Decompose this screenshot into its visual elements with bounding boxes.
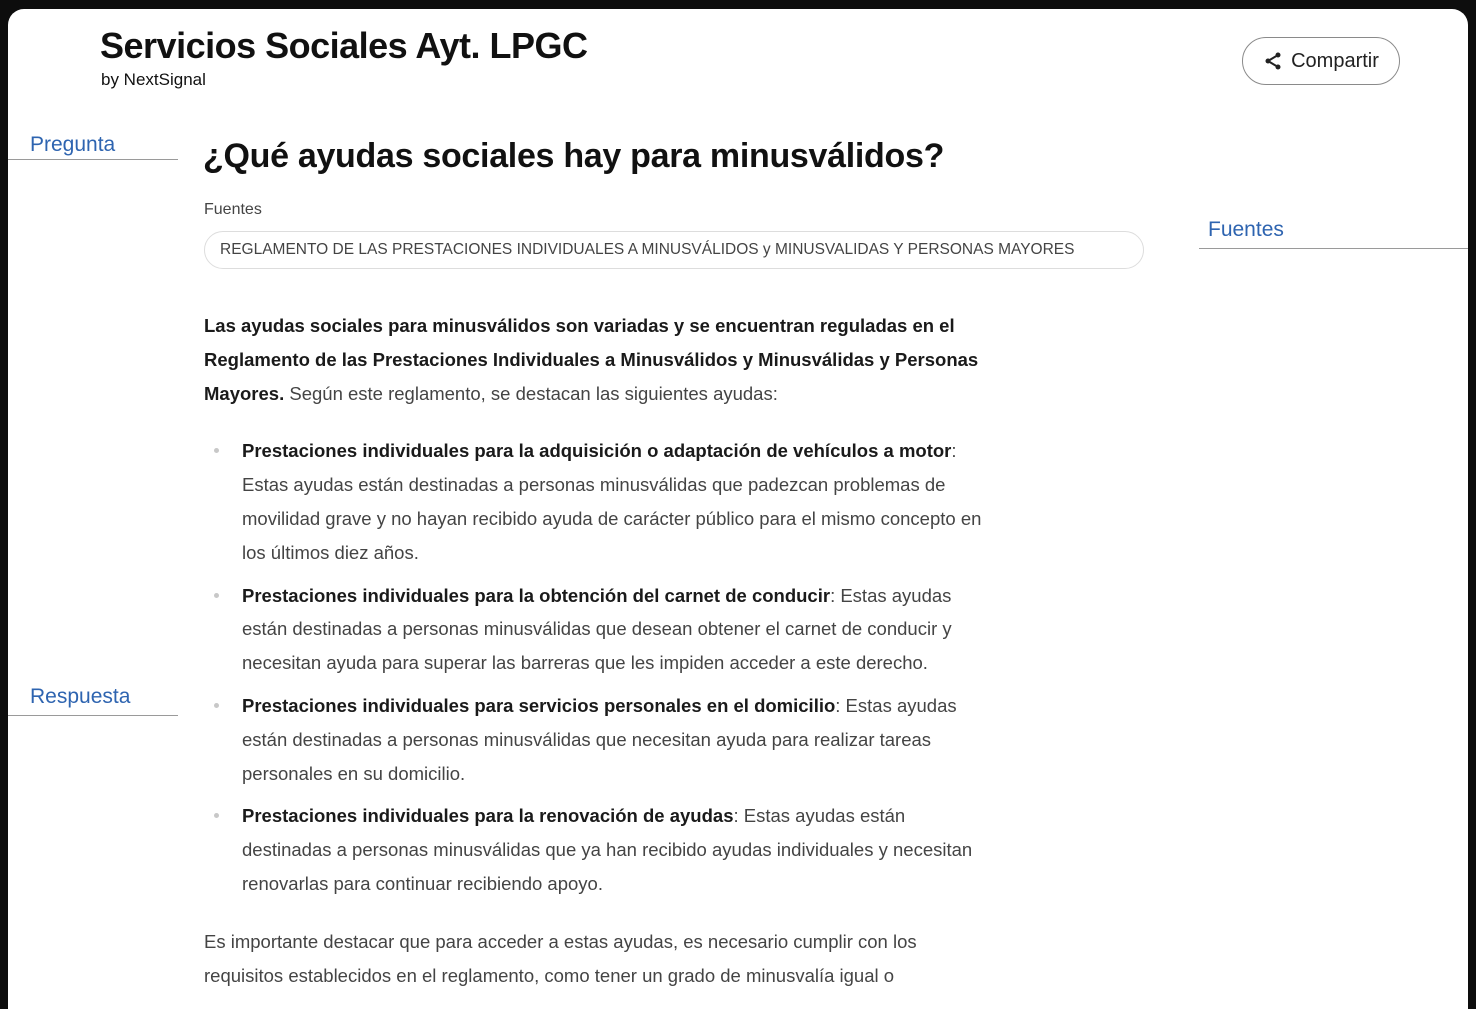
app-subtitle: by NextSignal <box>101 70 206 89</box>
answer-closing: Es importante destacar que para acceder … <box>204 930 917 986</box>
list-item-title: Prestaciones individuales para la renova… <box>242 805 734 827</box>
share-button[interactable]: Compartir <box>1242 37 1400 85</box>
annotation-fuentes: Fuentes <box>1208 218 1284 241</box>
share-icon <box>1265 52 1281 70</box>
annotation-fuentes-line <box>1199 248 1468 249</box>
source-chip[interactable]: REGLAMENTO DE LAS PRESTACIONES INDIVIDUA… <box>204 231 1144 269</box>
annotation-pregunta: Pregunta <box>30 133 116 156</box>
list-item: Prestaciones individuales para la renova… <box>204 799 994 900</box>
list-item: Prestaciones individuales para la adquis… <box>204 434 994 569</box>
bullet-icon <box>214 702 219 708</box>
list-item-title: Prestaciones individuales para servicios… <box>242 694 836 716</box>
annotation-respuesta-line <box>8 715 178 716</box>
bullet-icon <box>214 592 219 598</box>
list-item: Prestaciones individuales para la obtenc… <box>204 579 994 680</box>
share-button-label: Compartir <box>1291 49 1379 72</box>
annotation-respuesta: Respuesta <box>30 685 131 708</box>
list-item: Prestaciones individuales para servicios… <box>204 689 994 790</box>
bullet-icon <box>214 813 219 819</box>
benefits-list: Prestaciones individuales para la adquis… <box>204 434 994 900</box>
answer-body: Las ayudas sociales para minusválidos so… <box>204 309 994 992</box>
app-title: Servicios Sociales Ayt. LPGC <box>100 25 588 66</box>
bullet-icon <box>214 448 219 454</box>
answer-intro: Las ayudas sociales para minusválidos so… <box>204 309 994 410</box>
list-item-title: Prestaciones individuales para la obtenc… <box>242 584 831 606</box>
sources-label: Fuentes <box>204 201 262 218</box>
annotation-pregunta-line <box>8 159 178 160</box>
app-window: Servicios Sociales Ayt. LPGC by NextSign… <box>8 9 1468 1009</box>
question-heading: ¿Qué ayudas sociales hay para minusválid… <box>203 137 945 175</box>
answer-intro-text: Según este reglamento, se destacan las s… <box>284 382 778 404</box>
list-item-title: Prestaciones individuales para la adquis… <box>242 440 952 462</box>
